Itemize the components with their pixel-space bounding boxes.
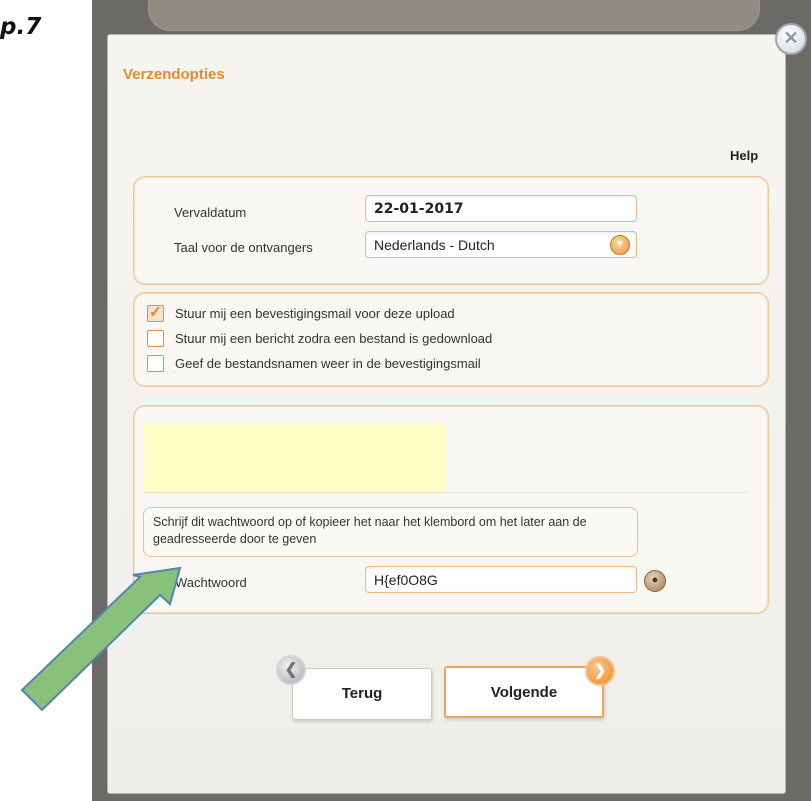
checkbox-show-filenames[interactable] [147, 355, 164, 372]
lock-icon[interactable]: ● [644, 570, 666, 592]
backdrop-window-edge [148, 0, 760, 31]
password-note: Schrijf dit wachtwoord op of kopieer het… [143, 507, 638, 557]
checkmark-icon: ✓ [149, 304, 162, 321]
language-label: Taal voor de ontvangers [174, 240, 313, 255]
chevron-left-icon[interactable]: ❮ [276, 655, 306, 685]
step-label: p.7 [0, 14, 42, 40]
close-icon[interactable]: ✕ [775, 23, 807, 55]
checkbox-label: Stuur mij een bericht zodra een bestand … [175, 331, 493, 346]
back-button[interactable]: Terug [292, 668, 432, 720]
checkbox-confirmation-mail[interactable]: ✓ [147, 304, 164, 322]
checkbox-label: Geef de bestandsnamen weer in de bevesti… [175, 356, 481, 371]
password-value: H{ef0O8G [374, 572, 438, 588]
highlight-area [143, 423, 445, 491]
language-value: Nederlands - Dutch [374, 237, 495, 253]
divider [143, 492, 748, 493]
dialog-title: Verzendopties [123, 66, 225, 83]
checkbox-label: Stuur mij een bevestigingsmail voor deze… [175, 306, 455, 321]
language-select[interactable]: Nederlands - Dutch ▼ [365, 231, 637, 258]
password-field[interactable]: H{ef0O8G [365, 566, 637, 593]
next-button[interactable]: Volgende [444, 666, 604, 718]
chevron-right-icon[interactable]: ❯ [585, 656, 615, 686]
help-link[interactable]: Help [730, 148, 758, 163]
expiry-date-field[interactable]: 22-01-2017 [365, 195, 637, 222]
expiry-date-value: 22-01-2017 [374, 201, 464, 217]
password-label: Wachtwoord [175, 575, 247, 590]
chevron-down-icon[interactable]: ▼ [610, 235, 630, 255]
checkbox-download-notification[interactable] [147, 330, 164, 347]
expiry-label: Vervaldatum [174, 205, 247, 220]
